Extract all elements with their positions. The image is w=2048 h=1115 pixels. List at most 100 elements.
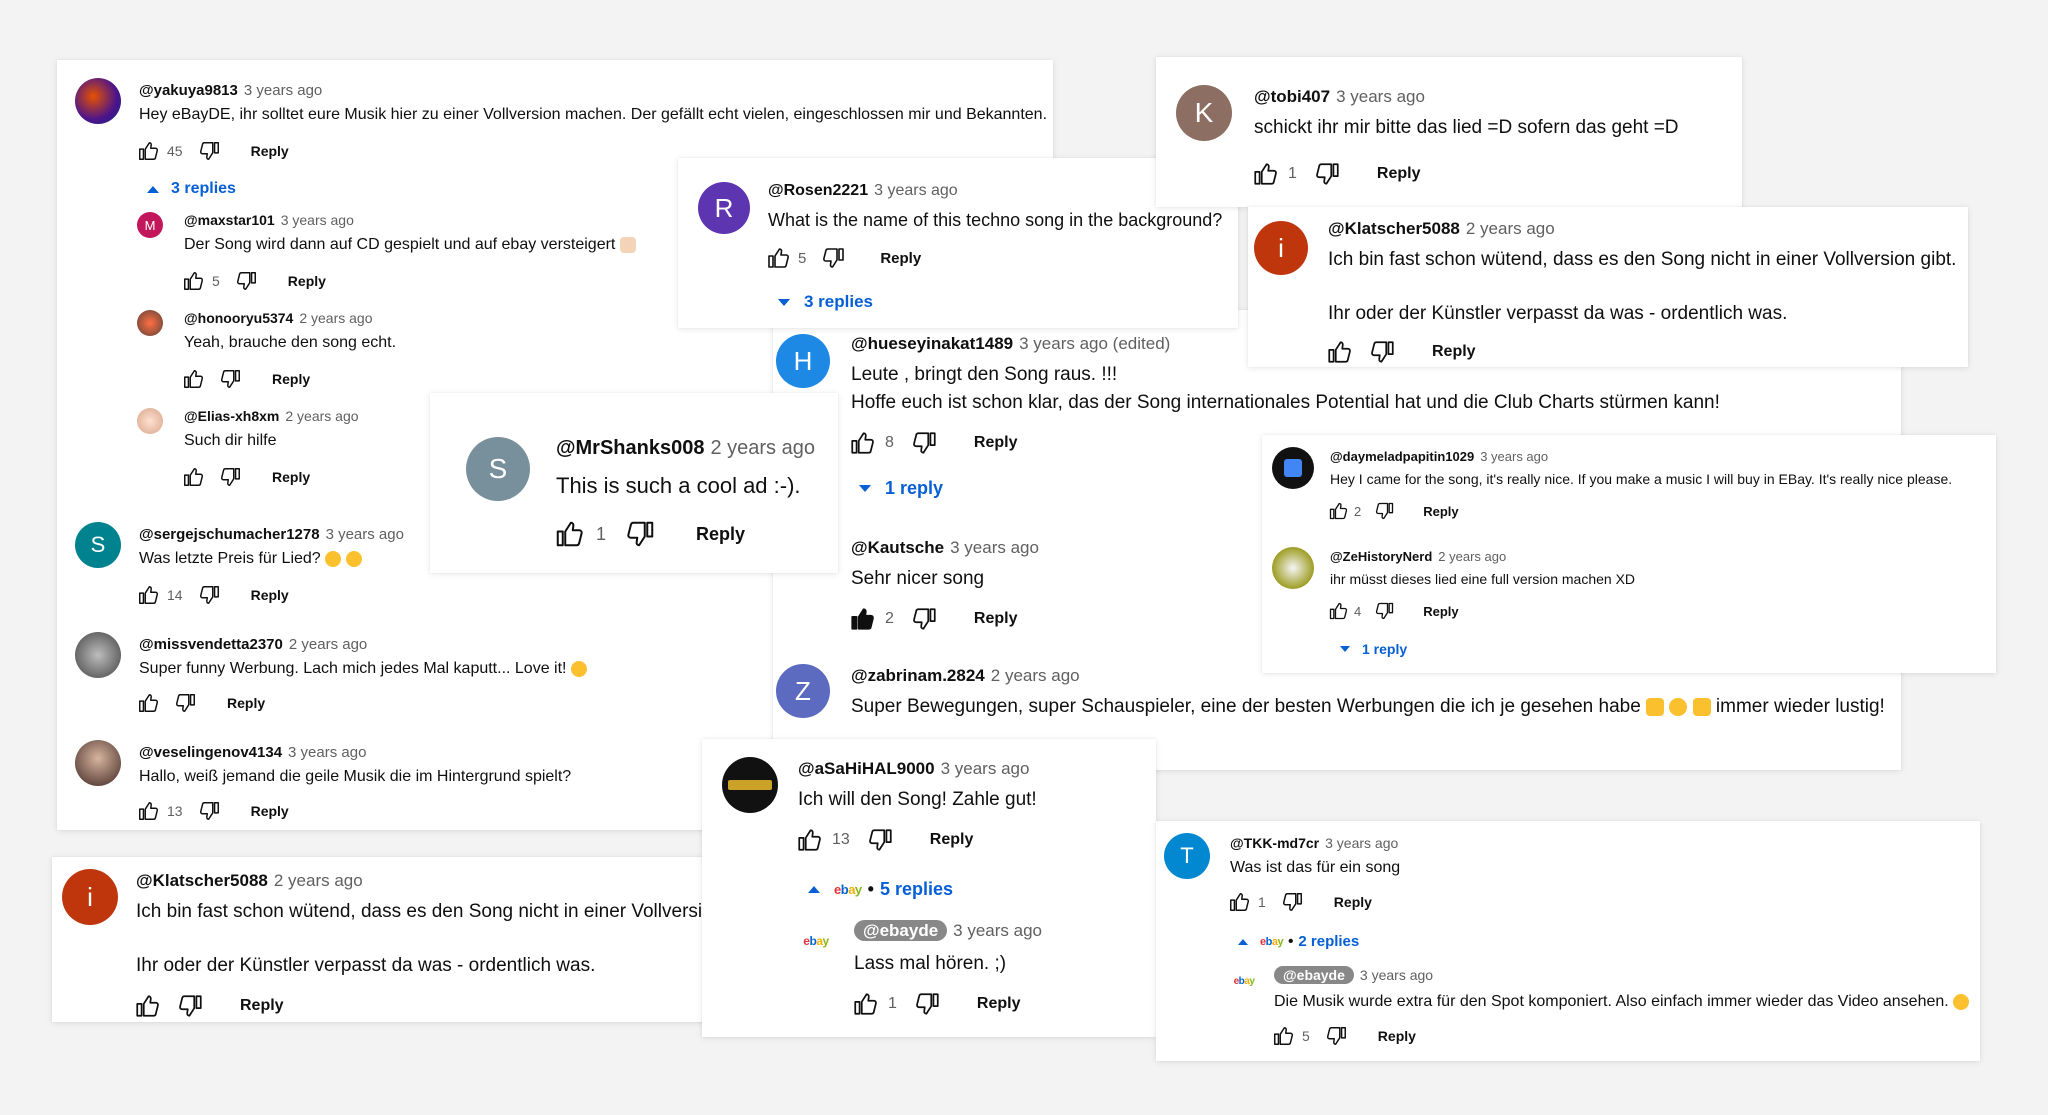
reply-button[interactable]: Reply <box>1423 604 1458 619</box>
author-name[interactable]: @Rosen2221 <box>768 182 868 199</box>
like-icon[interactable] <box>852 991 878 1017</box>
like-icon[interactable] <box>137 800 159 822</box>
author-name[interactable]: @missvendetta2370 <box>139 636 283 653</box>
like-icon[interactable] <box>1272 1025 1294 1047</box>
like-icon[interactable] <box>182 270 204 292</box>
like-icon[interactable] <box>182 368 204 390</box>
dislike-icon[interactable] <box>199 800 221 822</box>
avatar[interactable] <box>75 78 121 124</box>
like-icon[interactable] <box>849 430 875 456</box>
avatar[interactable] <box>75 632 121 678</box>
dislike-icon[interactable] <box>220 368 242 390</box>
reply-button[interactable]: Reply <box>1377 165 1421 183</box>
avatar[interactable]: i <box>62 869 118 925</box>
dislike-icon[interactable] <box>1315 161 1341 187</box>
timestamp[interactable]: 2 years ago <box>289 636 367 653</box>
like-icon[interactable] <box>1328 601 1348 621</box>
timestamp[interactable]: 2 years ago <box>1438 549 1506 564</box>
like-icon[interactable] <box>182 466 204 488</box>
dislike-icon[interactable] <box>236 270 258 292</box>
timestamp[interactable]: 2 years ago <box>991 666 1080 685</box>
dislike-icon[interactable] <box>822 246 846 270</box>
avatar[interactable] <box>1272 447 1314 489</box>
dislike-icon[interactable] <box>1326 1025 1348 1047</box>
dislike-icon[interactable] <box>1375 601 1395 621</box>
avatar[interactable]: i <box>1254 221 1308 275</box>
avatar[interactable]: H <box>776 334 830 388</box>
author-name[interactable]: @zabrinam.2824 <box>851 666 985 685</box>
avatar[interactable]: S <box>466 437 530 501</box>
like-icon[interactable] <box>137 692 159 714</box>
reply-button[interactable]: Reply <box>251 143 289 159</box>
like-icon[interactable] <box>1328 501 1348 521</box>
author-name[interactable]: @honooryu5374 <box>184 310 293 326</box>
like-icon[interactable] <box>796 827 822 853</box>
avatar[interactable]: ebay <box>1228 965 1260 997</box>
author-name-badge[interactable]: @ebayde <box>1274 966 1354 984</box>
like-icon[interactable] <box>137 140 159 162</box>
author-name[interactable]: @ZeHistoryNerd <box>1330 549 1432 564</box>
timestamp[interactable]: 3 years ago <box>288 744 366 761</box>
dislike-icon[interactable] <box>1370 339 1396 365</box>
author-name-badge[interactable]: @ebayde <box>854 920 948 941</box>
like-icon[interactable] <box>1326 339 1352 365</box>
replies-toggle[interactable]: 1 reply <box>859 478 943 499</box>
reply-button[interactable]: Reply <box>1423 504 1458 519</box>
reply-button[interactable]: Reply <box>227 695 265 711</box>
reply-button[interactable]: Reply <box>977 995 1021 1013</box>
timestamp[interactable]: 3 years ago <box>1336 87 1425 106</box>
avatar[interactable]: M <box>137 212 163 238</box>
author-name[interactable]: @yakuya9813 <box>139 82 238 99</box>
replies-toggle[interactable]: 3 replies <box>778 292 873 312</box>
reply-button[interactable]: Reply <box>1378 1028 1416 1044</box>
reply-button[interactable]: Reply <box>974 434 1018 452</box>
dislike-icon[interactable] <box>912 430 938 456</box>
avatar[interactable]: K <box>1176 85 1232 141</box>
dislike-icon[interactable] <box>626 519 656 549</box>
author-name[interactable]: @Elias-xh8xm <box>184 408 279 424</box>
dislike-icon[interactable] <box>1282 891 1304 913</box>
like-icon[interactable] <box>766 246 790 270</box>
timestamp[interactable]: 2 years ago <box>1466 219 1555 238</box>
avatar[interactable] <box>722 757 778 813</box>
like-icon[interactable] <box>1228 891 1250 913</box>
reply-button[interactable]: Reply <box>288 273 326 289</box>
author-name[interactable]: @Kautsche <box>851 538 944 557</box>
timestamp[interactable]: 3 years ago <box>281 212 354 228</box>
reply-button[interactable]: Reply <box>251 587 289 603</box>
like-icon[interactable] <box>137 584 159 606</box>
reply-button[interactable]: Reply <box>240 997 284 1015</box>
replies-toggle[interactable]: ebay • 2 replies <box>1238 933 1359 950</box>
like-icon[interactable] <box>134 993 160 1019</box>
timestamp[interactable]: 3 years ago <box>244 82 322 99</box>
timestamp[interactable]: 2 years ago <box>274 871 363 890</box>
reply-button[interactable]: Reply <box>272 469 310 485</box>
dislike-icon[interactable] <box>912 606 938 632</box>
timestamp[interactable]: 3 years ago <box>941 759 1030 778</box>
avatar[interactable] <box>75 740 121 786</box>
avatar[interactable]: T <box>1164 833 1210 879</box>
avatar[interactable]: Z <box>776 664 830 718</box>
dislike-icon[interactable] <box>178 993 204 1019</box>
author-name[interactable]: @hueseyinakat1489 <box>851 334 1013 353</box>
like-filled-icon[interactable] <box>849 606 875 632</box>
author-name[interactable]: @MrShanks008 <box>556 437 704 459</box>
avatar[interactable] <box>137 310 163 336</box>
avatar[interactable]: ebay <box>796 921 836 961</box>
reply-button[interactable]: Reply <box>1334 894 1372 910</box>
avatar[interactable] <box>1272 547 1314 589</box>
timestamp[interactable]: 3 years ago <box>1480 449 1548 464</box>
author-name[interactable]: @sergejschumacher1278 <box>139 526 320 543</box>
author-name[interactable]: @Klatscher5088 <box>1328 219 1460 238</box>
reply-button[interactable]: Reply <box>251 803 289 819</box>
dislike-icon[interactable] <box>915 991 941 1017</box>
reply-button[interactable]: Reply <box>930 831 974 849</box>
avatar[interactable]: S <box>75 522 121 568</box>
timestamp[interactable]: 3 years ago <box>950 538 1039 557</box>
author-name[interactable]: @Klatscher5088 <box>136 871 268 890</box>
timestamp[interactable]: 3 years ago <box>1325 835 1398 851</box>
like-icon[interactable] <box>554 519 584 549</box>
dislike-icon[interactable] <box>199 140 221 162</box>
timestamp[interactable]: 3 years ago <box>326 526 404 543</box>
dislike-icon[interactable] <box>175 692 197 714</box>
